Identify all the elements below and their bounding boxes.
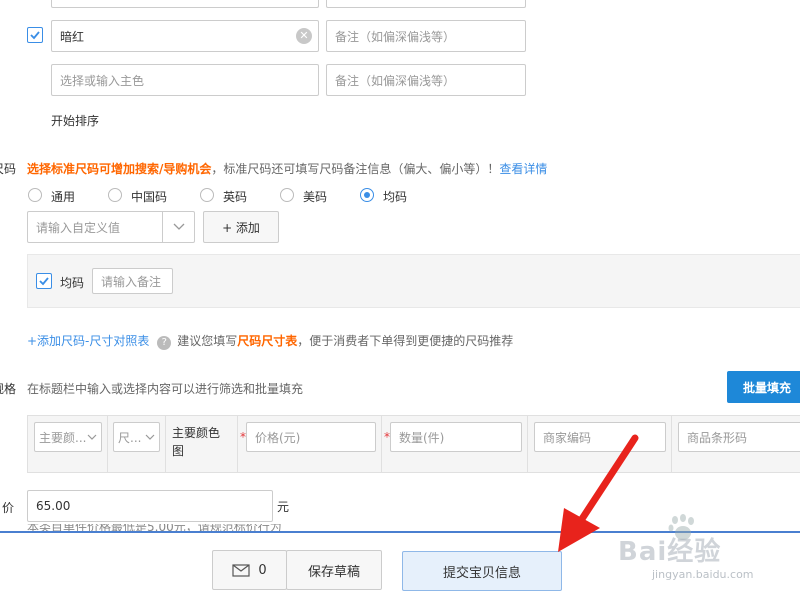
batch-fill-button[interactable]: 批量填充	[727, 371, 800, 403]
radio-china[interactable]	[108, 188, 122, 202]
size-panel-checkbox[interactable]	[36, 273, 52, 289]
quantity-filter-placeholder: 数量(件)	[399, 430, 445, 445]
spec-col-divider-1	[107, 415, 108, 473]
chevron-down-icon	[87, 434, 97, 440]
remark-top-input-clipped[interactable]	[326, 0, 526, 8]
chevron-down-icon	[145, 434, 155, 440]
radio-china-label: 中国码	[131, 190, 168, 204]
check-icon	[39, 277, 49, 286]
radio-universal[interactable]	[28, 188, 42, 202]
radio-uk[interactable]	[200, 188, 214, 202]
watermark-brand: Bai经验	[618, 537, 722, 567]
color-row1-remark-placeholder: 备注（如偏深偏浅等）	[335, 29, 456, 44]
size-panel-label: 均码	[60, 276, 85, 290]
color-row2-remark-input[interactable]: 备注（如偏深偏浅等）	[326, 64, 526, 96]
price-filter-input[interactable]: 价格(元)	[246, 422, 376, 452]
price-filter-placeholder: 价格(元)	[255, 430, 301, 445]
message-button[interactable]: 0	[212, 550, 287, 590]
size-chart-hint-em: 尺码尺寸表	[237, 334, 298, 348]
price-value: 65.00	[36, 499, 71, 513]
color-row1-input[interactable]: 暗红	[51, 20, 319, 52]
custom-size-select[interactable]: 请输入自定义值	[27, 211, 195, 243]
custom-size-placeholder: 请输入自定义值	[36, 220, 121, 235]
add-size-button[interactable]: + 添加	[203, 211, 279, 243]
main-color-filter-label: 主要颜...	[39, 430, 87, 445]
radio-universal-label: 通用	[51, 190, 76, 204]
spec-section-label: 规格	[0, 382, 16, 396]
color-row1-value: 暗红	[60, 29, 85, 44]
submit-button[interactable]: 提交宝贝信息	[402, 551, 562, 591]
size-hint-orange: 选择标准尺码可增加搜索/导购机会	[27, 162, 212, 176]
size-panel-remark-input[interactable]: 请输入备注	[92, 268, 173, 294]
message-count: 0	[258, 562, 267, 578]
size-detail-link[interactable]: 查看详情	[499, 162, 547, 176]
save-draft-button[interactable]: 保存草稿	[286, 550, 382, 590]
color-row1-remark-input[interactable]: 备注（如偏深偏浅等）	[326, 20, 526, 52]
spec-col-divider-4	[381, 415, 382, 473]
check-icon	[30, 31, 40, 40]
clear-icon[interactable]: ✕	[296, 28, 312, 44]
radio-us[interactable]	[280, 188, 294, 202]
color-row2-remark-placeholder: 备注（如偏深偏浅等）	[335, 73, 456, 88]
size-filter-label: 尺...	[118, 430, 142, 445]
radio-one-size-label: 均码	[383, 190, 408, 204]
size-panel-remark-placeholder: 请输入备注	[101, 274, 162, 289]
main-color-filter-select[interactable]: 主要颜...	[34, 422, 102, 452]
size-hint-gray: ，标准尺码还可填写尺码备注信息（偏大、偏小等）！	[211, 162, 500, 176]
size-chart-hint-pre: 建议您填写	[177, 334, 238, 348]
spec-col-divider-6	[671, 415, 672, 473]
barcode-filter-placeholder: 商品条形码	[687, 430, 748, 445]
radio-us-label: 美码	[303, 190, 328, 204]
price-section-label: 价	[1, 501, 14, 515]
main-color-image-header: 主要颜色图	[172, 426, 221, 458]
start-sort-link[interactable]: 开始排序	[51, 112, 99, 129]
spec-col-divider-2	[165, 415, 166, 473]
size-chart-hint-post: ，便于消费者下单得到更便捷的尺码推荐	[297, 334, 514, 348]
color-row2-input[interactable]: 选择或输入主色	[51, 64, 319, 96]
color-top-input-clipped[interactable]	[51, 0, 319, 8]
chevron-down-icon[interactable]	[162, 212, 194, 242]
quantity-filter-input[interactable]: 数量(件)	[390, 422, 522, 452]
size-filter-select[interactable]: 尺...	[113, 422, 160, 452]
radio-uk-label: 英码	[223, 190, 248, 204]
size-chart-row: +添加尺码-尺寸对照表 ? 建议您填写尺码尺寸表，便于消费者下单得到更便捷的尺码推…	[27, 332, 513, 350]
size-section-label: 尺码	[0, 162, 16, 176]
size-chart-link[interactable]: +添加尺码-尺寸对照表	[27, 334, 149, 348]
spec-hint: 在标题栏中输入或选择内容可以进行筛选和批量填充	[27, 382, 304, 396]
price-unit: 元	[277, 500, 290, 514]
radio-one-size[interactable]	[360, 188, 374, 202]
color-row2-placeholder: 选择或输入主色	[60, 73, 145, 88]
barcode-filter-input[interactable]: 商品条形码	[678, 422, 800, 452]
watermark-url: jingyan.baidu.com	[652, 568, 754, 581]
price-input[interactable]: 65.00	[27, 490, 273, 522]
color-row1-checkbox[interactable]	[27, 27, 43, 43]
spec-col-divider-5	[527, 415, 528, 473]
mail-icon	[232, 563, 250, 577]
size-hint: 选择标准尺码可增加搜索/导购机会，标准尺码还可填写尺码备注信息（偏大、偏小等）！…	[27, 160, 547, 177]
spec-col-divider-3	[237, 415, 238, 473]
question-icon[interactable]: ?	[157, 336, 172, 350]
